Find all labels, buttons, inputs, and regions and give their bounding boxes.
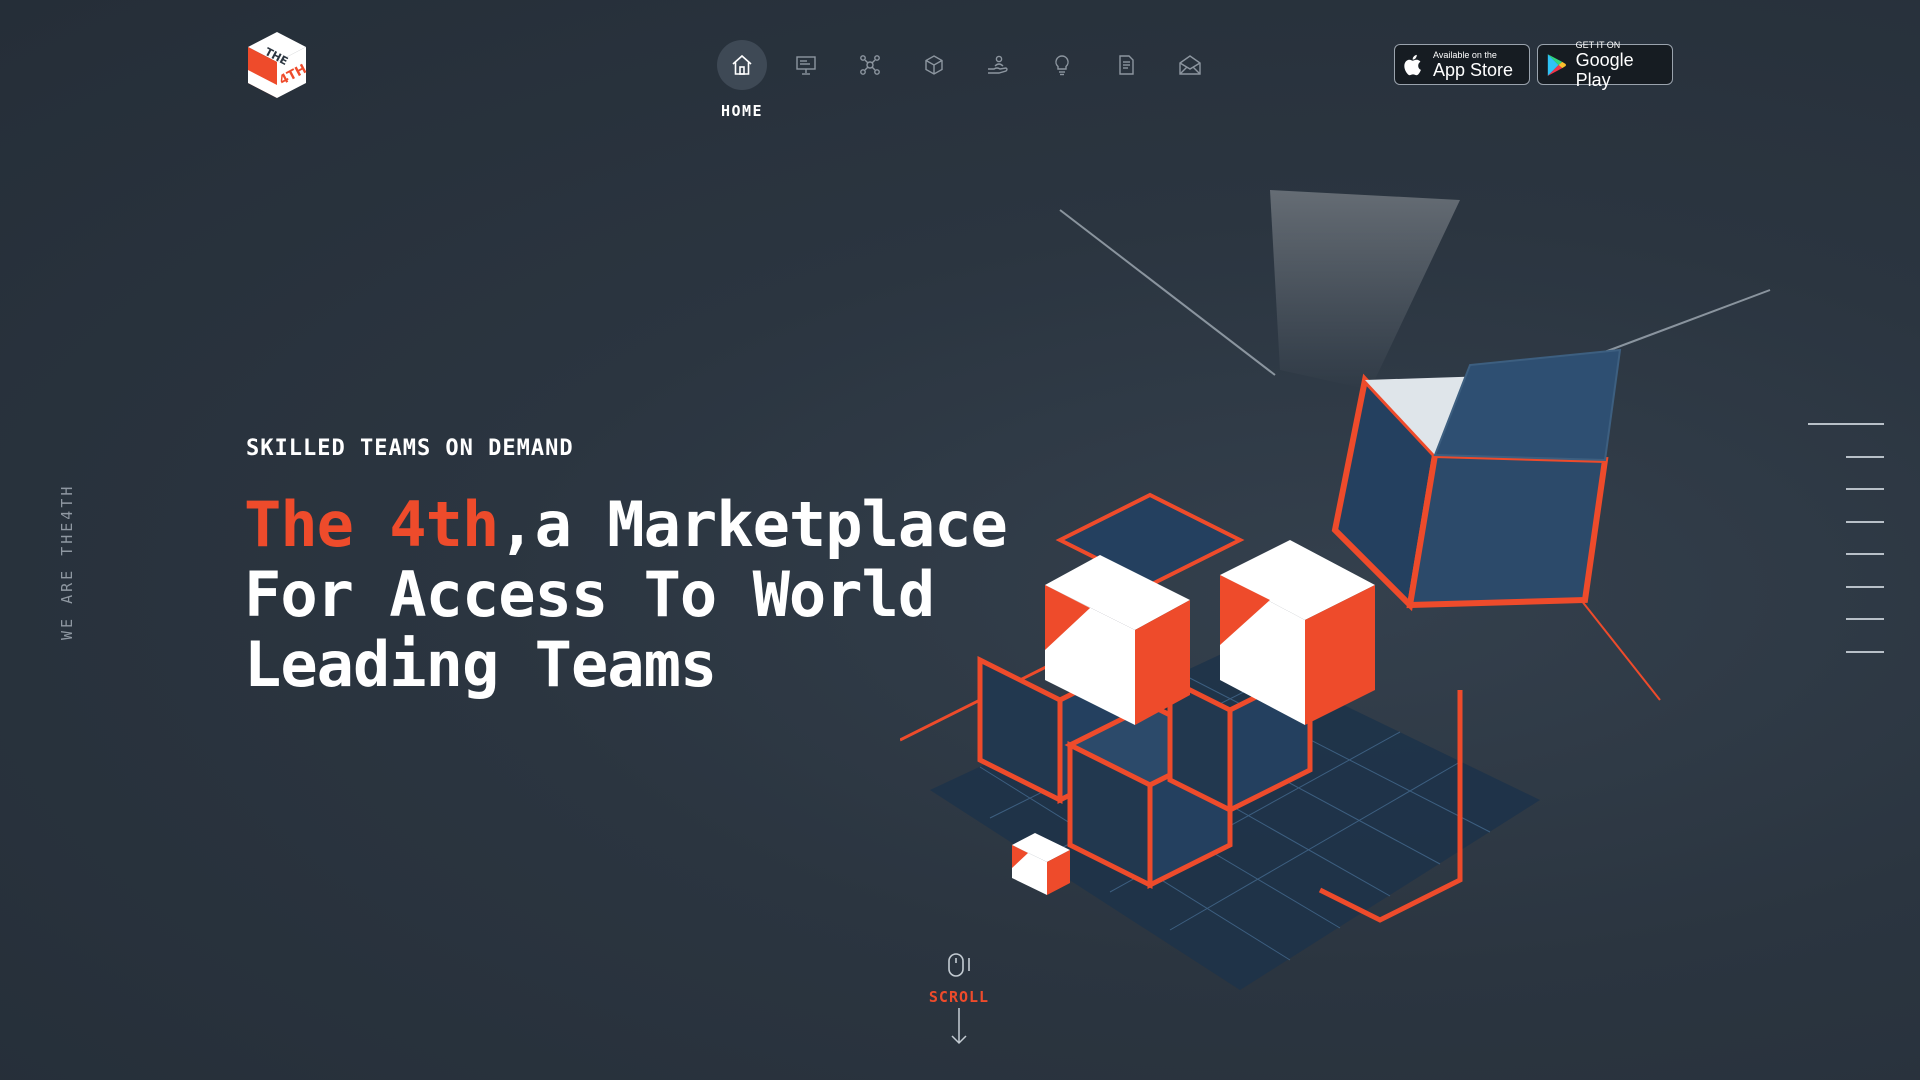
app-store-small-text: Available on the (1433, 49, 1497, 60)
app-store-big-text: App Store (1433, 59, 1514, 80)
envelope-icon (1165, 40, 1215, 90)
headline-line2: For Access To World (244, 558, 935, 631)
lightbulb-icon (1037, 40, 1087, 90)
main-nav: HOME (711, 40, 1223, 120)
section-line-3[interactable] (1846, 488, 1884, 490)
nav-item-home[interactable]: HOME (711, 40, 773, 120)
nav-item-cube[interactable] (903, 40, 965, 90)
nav-item-services[interactable] (967, 40, 1029, 90)
google-play-button[interactable]: GET IT ON Google Play (1537, 40, 1673, 90)
network-icon (845, 40, 895, 90)
mouse-icon (948, 953, 970, 977)
hero-headline: The 4th,a Marketplace For Access To Worl… (244, 488, 1008, 701)
headline-accent: The 4th (244, 488, 499, 561)
presentation-icon (781, 40, 831, 90)
hero-eyebrow: SKILLED TEAMS ON DEMAND (246, 436, 574, 461)
nav-item-network[interactable] (839, 40, 901, 90)
home-icon (717, 40, 767, 90)
nav-item-documents[interactable] (1095, 40, 1157, 90)
cube-icon (909, 40, 959, 90)
google-play-small-text: GET IT ON (1575, 39, 1621, 50)
nav-item-contact[interactable] (1159, 40, 1221, 90)
section-line-8[interactable] (1846, 651, 1884, 653)
hero-cube-illustration (900, 190, 1771, 990)
app-store-button[interactable]: Available on the App Store (1394, 44, 1530, 85)
brand-logo[interactable]: THE 4TH (246, 30, 309, 100)
section-line-4[interactable] (1846, 521, 1884, 523)
nav-item-presentation[interactable] (775, 40, 837, 90)
arrow-down-icon (951, 1008, 967, 1045)
section-line-5[interactable] (1846, 553, 1884, 555)
side-tagline: WE ARE THE4TH (58, 483, 76, 640)
floating-cube (1331, 348, 1622, 612)
apple-icon (1404, 54, 1421, 75)
nav-item-ideas[interactable] (1031, 40, 1093, 90)
hand-user-icon (973, 40, 1023, 90)
nav-label-home: HOME (720, 102, 764, 120)
google-play-icon (1547, 53, 1566, 76)
google-play-big-text: Google Play (1575, 49, 1634, 90)
scroll-indicator[interactable]: SCROLL (926, 952, 992, 1046)
headline-line3: Leading Teams (244, 628, 717, 701)
section-line-7[interactable] (1846, 618, 1884, 620)
scroll-label: SCROLL (928, 988, 990, 1006)
section-line-6[interactable] (1846, 586, 1884, 588)
section-line-2[interactable] (1846, 456, 1884, 458)
document-icon (1101, 40, 1151, 90)
